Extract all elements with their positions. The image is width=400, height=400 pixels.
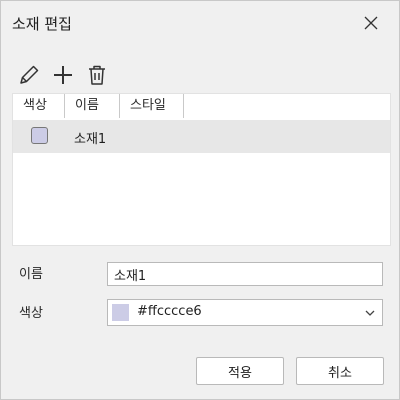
- toolbar: [17, 63, 109, 87]
- material-list: 색상 이름 스타일 소재1: [12, 93, 391, 246]
- list-item[interactable]: 소재1: [13, 120, 390, 153]
- close-icon: [364, 16, 378, 30]
- color-swatch: [31, 127, 48, 144]
- dialog-title: 소재 편집: [12, 15, 72, 33]
- trash-icon: [89, 65, 105, 85]
- chevron-down-icon: [365, 310, 375, 316]
- color-select[interactable]: #ffcccce6: [107, 299, 383, 326]
- material-name: 소재1: [74, 132, 107, 147]
- plus-icon: [54, 66, 72, 84]
- color-label: 색상: [19, 306, 43, 321]
- cancel-button[interactable]: 취소: [296, 357, 384, 385]
- title-bar: 소재 편집: [1, 1, 399, 45]
- edit-material-dialog: 소재 편집 색상 이름 스타일 소재1 이름 소재1 색상 #ffcccce6 …: [0, 0, 400, 400]
- name-label: 이름: [19, 267, 43, 282]
- edit-button[interactable]: [17, 63, 41, 87]
- color-value: #ffcccce6: [137, 304, 202, 319]
- column-header-name[interactable]: 이름: [65, 94, 120, 118]
- list-header: 색상 이름 스타일: [13, 94, 184, 118]
- pencil-icon: [20, 65, 39, 84]
- close-button[interactable]: [357, 9, 385, 37]
- color-swatch: [112, 304, 129, 321]
- add-button[interactable]: [51, 63, 75, 87]
- name-input[interactable]: [107, 262, 383, 286]
- delete-button[interactable]: [85, 63, 109, 87]
- column-header-color[interactable]: 색상: [13, 94, 65, 118]
- apply-button[interactable]: 적용: [196, 357, 284, 385]
- column-header-style[interactable]: 스타일: [120, 94, 184, 118]
